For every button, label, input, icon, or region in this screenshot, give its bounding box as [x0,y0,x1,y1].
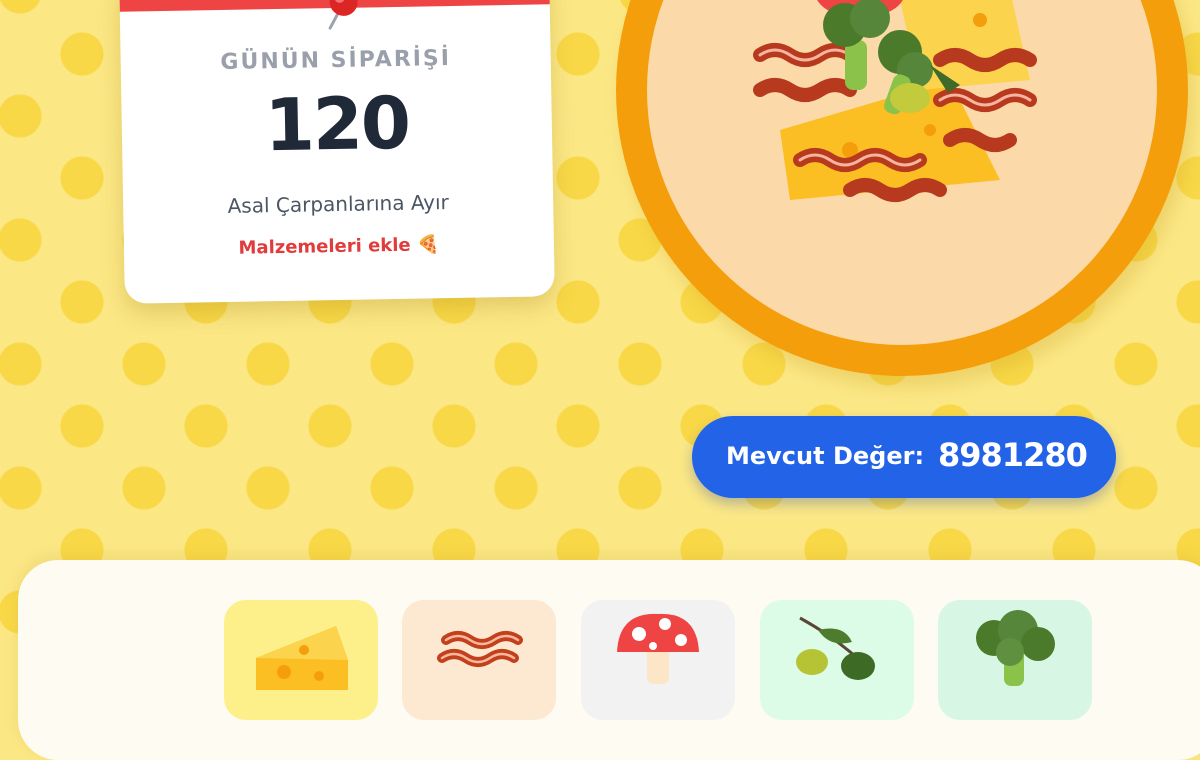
ingredient-mushroom-button[interactable] [581,600,735,720]
order-hint: Malzemeleri ekle 🍕 [238,234,440,259]
cheese-icon [256,626,348,690]
current-value-pill: Mevcut Değer: 8981280 [692,416,1116,498]
order-instruction: Asal Çarpanlarına Ayır [227,190,449,218]
ingredient-olive-button[interactable] [760,600,914,720]
broccoli-icon [976,610,1055,686]
ingredient-broccoli-button[interactable] [938,600,1092,720]
bacon-icon [437,631,523,667]
order-number: 120 [263,80,410,168]
order-card: GÜNÜN SİPARİŞİ 120 Asal Çarpanlarına Ayı… [119,0,555,304]
current-value-label: Mevcut Değer: [726,442,925,470]
ingredient-bacon-button[interactable] [402,600,556,720]
mushroom-icon [617,613,699,684]
pushpin-icon [328,0,358,30]
pizza-toppings [753,0,1037,202]
order-label: GÜNÜN SİPARİŞİ [220,46,452,76]
current-value-number: 8981280 [938,436,1088,474]
olive-icon [796,616,875,680]
ingredient-cheese-button[interactable] [224,600,378,720]
